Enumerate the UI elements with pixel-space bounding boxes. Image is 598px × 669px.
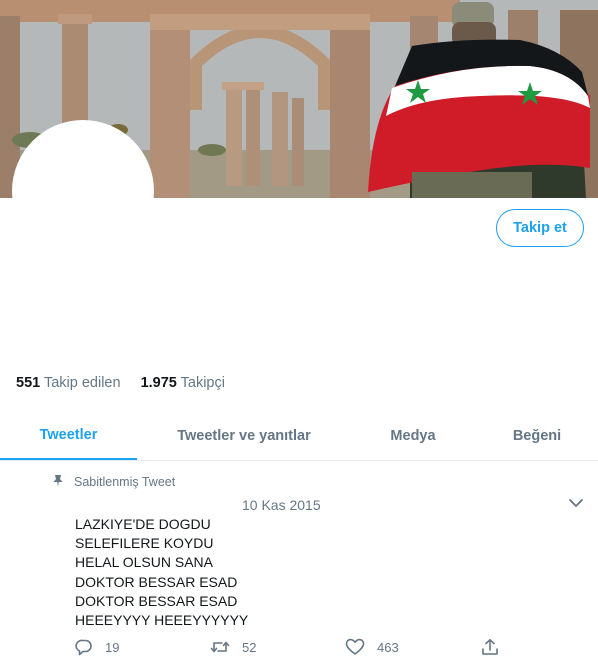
tab-media[interactable]: Medya <box>372 411 454 460</box>
like-icon <box>345 638 365 656</box>
pin-icon <box>52 474 64 490</box>
tweet-text: LAZKIYE'DE DOGDU SELEFILERE KOYDU HELAL … <box>75 516 249 629</box>
followers-count: 1.975 <box>140 375 177 391</box>
pinned-label: Sabitlenmiş Tweet <box>74 475 176 489</box>
tab-tweets[interactable]: Tweetler <box>0 411 137 460</box>
retweet-icon <box>210 638 230 656</box>
share-button[interactable] <box>481 638 499 656</box>
like-button[interactable]: 463 <box>345 638 399 656</box>
following-stat[interactable]: 551 Takip edilen <box>16 375 121 391</box>
tweet-actions: 19 52 463 <box>0 638 598 662</box>
follow-button[interactable]: Takip et <box>496 209 584 247</box>
reply-button[interactable]: 19 <box>75 638 119 656</box>
following-count: 551 <box>16 375 41 391</box>
reply-count: 19 <box>105 639 120 655</box>
reply-icon <box>75 638 93 656</box>
avatar[interactable] <box>12 120 154 262</box>
profile-stats: 551 Takip edilen 1.975 Takipçi <box>16 375 225 391</box>
followers-stat[interactable]: 1.975 Takipçi <box>141 375 225 391</box>
share-icon <box>481 638 499 656</box>
following-label: Takip edilen <box>43 375 121 391</box>
tweet-date[interactable]: 10 Kas 2015 <box>242 497 321 513</box>
pinned-tweet-header: Sabitlenmiş Tweet <box>52 474 175 490</box>
like-count: 463 <box>377 639 399 655</box>
chevron-down-icon[interactable] <box>566 494 586 512</box>
followers-label: Takipçi <box>180 375 225 391</box>
retweet-button[interactable]: 52 <box>210 638 256 656</box>
profile-tabs: Tweetler Tweetler ve yanıtlar Medya Beğe… <box>0 411 598 461</box>
retweet-count: 52 <box>242 639 257 655</box>
tab-likes[interactable]: Beğeni <box>496 411 578 460</box>
tab-tweets-and-replies[interactable]: Tweetler ve yanıtlar <box>150 411 338 460</box>
